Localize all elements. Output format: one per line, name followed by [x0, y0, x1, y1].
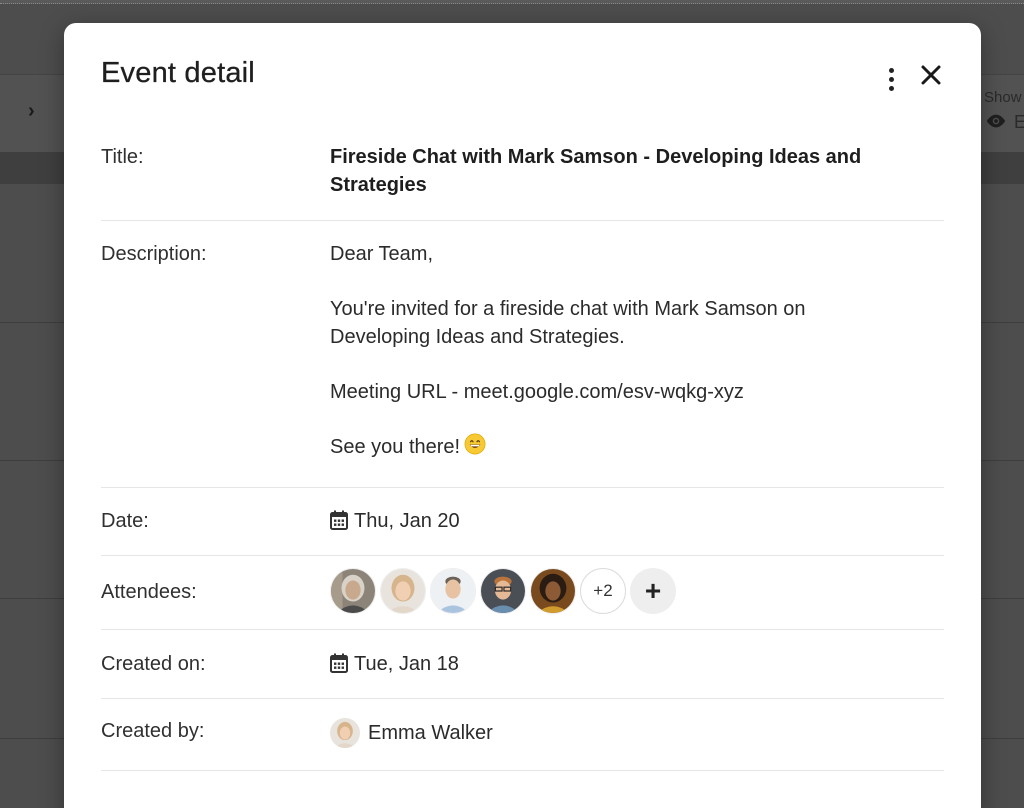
title-label: Title: [101, 146, 144, 168]
date-row: Date: Thu, Jan 20 [101, 507, 944, 555]
row-divider [101, 770, 944, 771]
close-icon[interactable] [919, 63, 943, 87]
calendar-icon [330, 510, 348, 530]
created-on-label: Created on: [101, 653, 206, 675]
created-by-label: Created by: [101, 720, 205, 742]
attendee-avatar[interactable] [330, 568, 376, 614]
row-divider [101, 698, 944, 699]
dialog-title: Event detail [101, 57, 255, 89]
date-value-wrap: Thu, Jan 20 [330, 507, 460, 535]
description-meeting-url[interactable]: Meeting URL - meet.google.com/esv-wqkg-x… [330, 378, 890, 406]
more-vertical-icon[interactable] [879, 65, 903, 93]
row-divider [101, 555, 944, 556]
attendee-avatar[interactable] [480, 568, 526, 614]
description-value: Dear Team, You're invited for a fireside… [330, 240, 890, 461]
description-label: Description: [101, 243, 207, 265]
calendar-icon [330, 653, 348, 673]
backdrop-show-label: Show [984, 89, 1022, 106]
backdrop-eye-text: E [1014, 112, 1024, 132]
event-detail-dialog: Event detail Title: Fireside Chat with M… [64, 23, 981, 808]
add-attendee-button[interactable]: + [630, 568, 676, 614]
created-on-row: Created on: Tue, Jan 18 [101, 650, 944, 698]
attendee-avatar[interactable] [530, 568, 576, 614]
grinning-face-icon [464, 433, 486, 455]
created-by-value-wrap: Emma Walker [330, 718, 493, 748]
description-body: You're invited for a fireside chat with … [330, 298, 806, 348]
created-on-value: Tue, Jan 18 [354, 653, 459, 675]
attendee-avatar[interactable] [430, 568, 476, 614]
created-on-value-wrap: Tue, Jan 18 [330, 650, 459, 678]
attendee-avatar-list: +2 + [330, 568, 676, 614]
date-value: Thu, Jan 20 [354, 510, 460, 532]
event-title-value: Fireside Chat with Mark Samson - Develop… [330, 146, 862, 196]
description-row: Description: Dear Team, You're invited f… [101, 240, 944, 488]
title-row: Title: Fireside Chat with Mark Samson - … [101, 143, 944, 221]
more-attendees-badge[interactable]: +2 [580, 568, 626, 614]
attendees-label: Attendees: [101, 581, 197, 603]
chevron-right-icon[interactable]: › [28, 101, 35, 121]
row-divider [101, 220, 944, 221]
date-label: Date: [101, 510, 149, 532]
eye-icon[interactable] [985, 113, 1007, 129]
description-greeting: Dear Team, [330, 243, 434, 265]
description-closing: See you there! [330, 436, 461, 458]
row-divider [101, 487, 944, 488]
attendee-avatar[interactable] [380, 568, 426, 614]
attendees-row: Attendees: +2 + [101, 567, 944, 627]
row-divider [101, 629, 944, 630]
backdrop-topbar [0, 0, 1024, 4]
created-by-value[interactable]: Emma Walker [368, 719, 493, 747]
created-by-row: Created by: Emma Walker [101, 716, 944, 770]
creator-avatar[interactable] [330, 718, 360, 748]
